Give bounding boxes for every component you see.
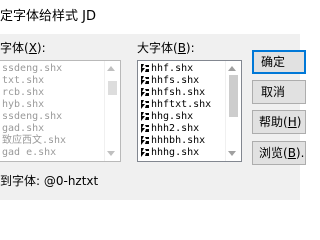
big-font-label-key: B xyxy=(177,41,186,55)
small-font-label: 字体(X): xyxy=(0,41,46,55)
ok-button[interactable]: 确定 xyxy=(252,50,306,74)
big-font-label: 大字体(B): xyxy=(137,41,195,55)
ok-button-label: 确定 xyxy=(261,55,286,69)
list-item-label: hhhbh.shx xyxy=(151,135,206,146)
list-item-label: hhfs.shx xyxy=(151,75,200,86)
title-bar: 定字体给样式 JD xyxy=(0,0,300,34)
list-item[interactable]: rcb.shx xyxy=(2,87,44,99)
help-button[interactable]: 帮助(H) xyxy=(252,110,306,134)
list-item[interactable]: hhh2.shx xyxy=(140,123,199,135)
big-font-label-suffix: ): xyxy=(185,41,195,55)
list-item-label: hhf.shx xyxy=(151,63,194,74)
shx-font-icon xyxy=(140,147,150,158)
list-item[interactable]: ssdeng.shx xyxy=(2,63,62,75)
scroll-down-icon[interactable] xyxy=(228,151,236,156)
shx-font-icon xyxy=(140,99,150,110)
list-item[interactable]: gad.shx xyxy=(2,123,44,135)
help-button-prefix: 帮助( xyxy=(259,115,288,129)
list-item-label: hhh2.shx xyxy=(151,123,200,134)
list-item[interactable]: 致应西文.shx xyxy=(2,135,66,147)
scroll-down-icon[interactable] xyxy=(107,151,115,156)
scroll-up-icon[interactable] xyxy=(107,66,115,71)
scroll-thumb[interactable] xyxy=(108,81,117,95)
list-item-label: hhftxt.shx xyxy=(151,99,212,110)
browse-button-prefix: 浏览( xyxy=(259,146,288,160)
list-item[interactable]: gad e.shx xyxy=(2,147,56,159)
cancel-button[interactable]: 取消 xyxy=(252,80,306,104)
browse-button-suffix: )... xyxy=(295,146,305,160)
browse-button-key: B xyxy=(287,146,296,160)
list-item[interactable]: txt.shx xyxy=(2,75,44,87)
big-font-scrollbar[interactable] xyxy=(225,61,241,161)
small-font-label-prefix: 字体( xyxy=(0,41,29,55)
list-item[interactable]: hhf.shx xyxy=(140,63,193,75)
list-item[interactable]: hhfsh.shx xyxy=(140,87,205,99)
big-font-list[interactable]: hhf.shx hhfs.shx hhfsh.shx hhftxt.shx hh… xyxy=(137,60,242,162)
list-item-label: hhg.shx xyxy=(151,111,194,122)
select-font-dialog: 定字体给样式 JD 字体(X): ssdeng.shx txt.shx rcb.… xyxy=(0,0,306,200)
list-item[interactable]: hhhg.shx xyxy=(140,147,199,159)
list-item-label: hhfsh.shx xyxy=(151,87,206,98)
small-font-list[interactable]: ssdeng.shx txt.shx rcb.shx hyb.shx ssden… xyxy=(0,60,121,162)
list-item[interactable]: hhfs.shx xyxy=(140,75,199,87)
shx-font-icon xyxy=(140,87,150,98)
scroll-up-icon[interactable] xyxy=(228,66,236,71)
big-font-label-prefix: 大字体( xyxy=(137,41,178,55)
list-item[interactable]: hhg.shx xyxy=(140,111,193,123)
small-font-label-key: X xyxy=(28,41,37,55)
small-font-scrollbar[interactable] xyxy=(104,61,120,161)
shx-font-icon xyxy=(140,75,150,86)
small-font-label-suffix: ): xyxy=(36,41,46,55)
help-button-suffix: ) xyxy=(296,115,302,129)
found-font-text: 到字体: @0-hztxt xyxy=(0,174,99,188)
shx-font-icon xyxy=(140,135,150,146)
cancel-button-label: 取消 xyxy=(261,85,286,99)
list-item[interactable]: ssdeng.shx xyxy=(2,111,62,123)
shx-font-icon xyxy=(140,111,150,122)
window-title: 定字体给样式 JD xyxy=(0,9,96,24)
shx-font-icon xyxy=(140,123,150,134)
shx-font-icon xyxy=(140,63,150,74)
list-item[interactable]: hhhbh.shx xyxy=(140,135,205,147)
list-item-label: hhhg.shx xyxy=(151,147,200,158)
help-button-key: H xyxy=(287,115,297,129)
browse-button[interactable]: 浏览(B)... xyxy=(252,141,306,165)
list-item[interactable]: hhftxt.shx xyxy=(140,99,211,111)
scroll-thumb[interactable] xyxy=(229,75,238,117)
list-item[interactable]: hyb.shx xyxy=(2,99,44,111)
